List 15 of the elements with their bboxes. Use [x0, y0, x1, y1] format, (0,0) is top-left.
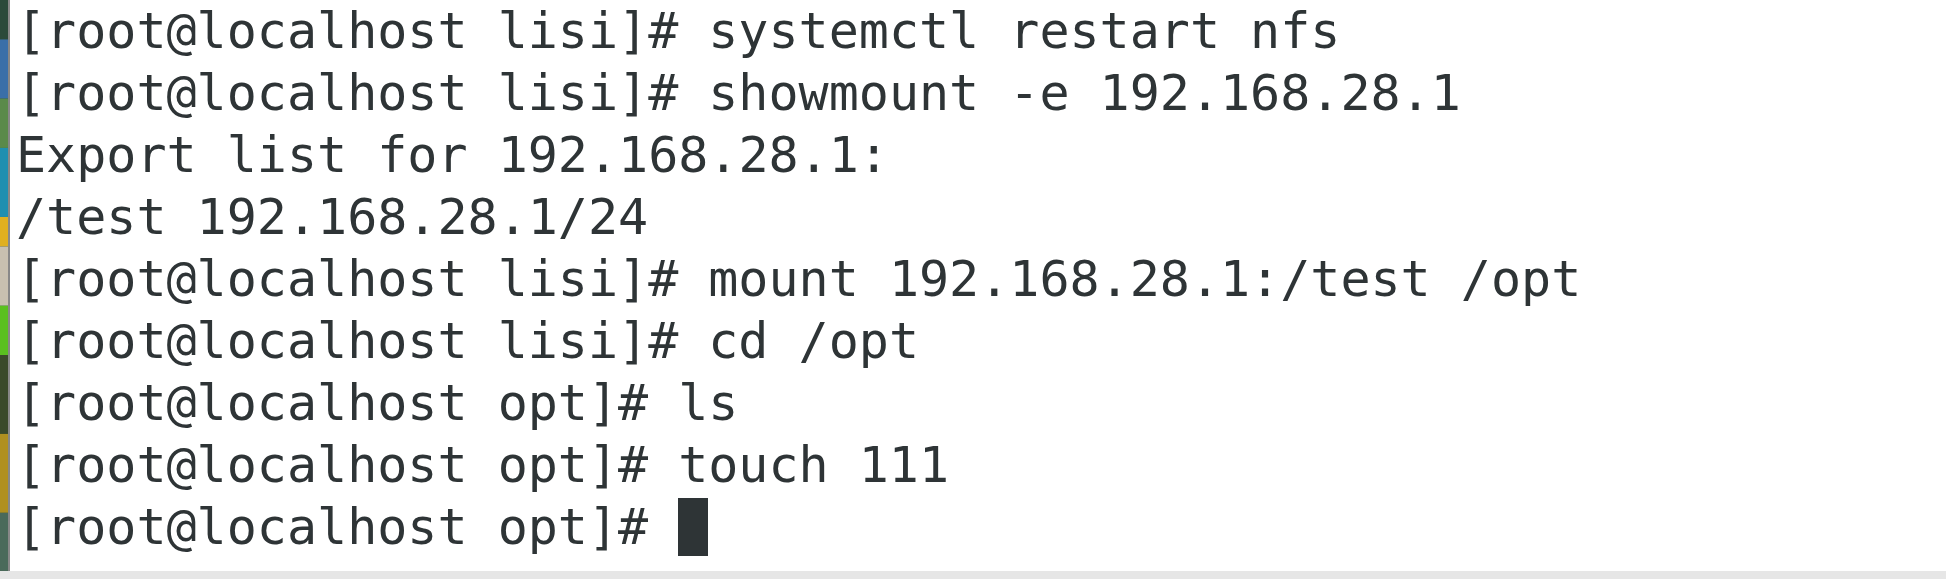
- shell-prompt: [root@localhost opt]#: [16, 435, 649, 496]
- shell-prompt: [root@localhost opt]#: [16, 497, 649, 558]
- command-text: ls: [678, 373, 739, 434]
- command-text: touch 111: [678, 435, 950, 496]
- shell-prompt: [root@localhost lisi]#: [16, 1, 679, 62]
- shell-prompt: [root@localhost lisi]#: [16, 311, 679, 372]
- output-text: Export list for 192.168.28.1:: [16, 125, 889, 186]
- output-text: /test 192.168.28.1/24: [16, 187, 649, 248]
- shell-prompt: [root@localhost lisi]#: [16, 63, 679, 124]
- command-text: mount 192.168.28.1:/test /opt: [708, 249, 1582, 310]
- command-text: showmount -e 192.168.28.1: [708, 63, 1461, 124]
- shell-prompt: [root@localhost lisi]#: [16, 249, 679, 310]
- shell-prompt: [root@localhost opt]#: [16, 373, 649, 434]
- command-text: cd /opt: [708, 311, 919, 372]
- command-text: systemctl restart nfs: [708, 1, 1341, 62]
